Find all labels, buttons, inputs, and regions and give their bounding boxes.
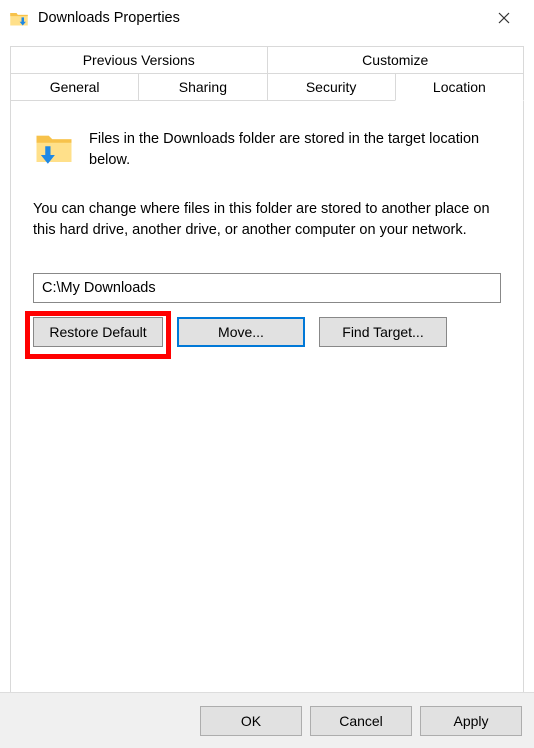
tab-location[interactable]: Location [395,73,524,101]
tab-strip: Previous Versions Customize General Shar… [0,36,534,102]
tab-customize[interactable]: Customize [267,46,525,74]
restore-default-button[interactable]: Restore Default [33,317,163,347]
cancel-button[interactable]: Cancel [310,706,412,736]
dialog-footer: OK Cancel Apply [0,692,534,748]
action-button-row: Restore Default Move... Find Target... [33,317,501,347]
tab-security[interactable]: Security [267,73,396,101]
downloads-folder-icon [8,7,30,29]
find-target-button[interactable]: Find Target... [319,317,447,347]
intro-text: Files in the Downloads folder are stored… [89,127,501,171]
close-icon [498,12,510,24]
properties-dialog: Downloads Properties Previous Versions C… [0,0,534,748]
tab-page-location: Files in the Downloads folder are stored… [10,101,524,705]
tab-previous-versions[interactable]: Previous Versions [10,46,268,74]
downloads-folder-icon [33,127,75,169]
tab-general[interactable]: General [10,73,139,101]
apply-button[interactable]: Apply [420,706,522,736]
ok-button[interactable]: OK [200,706,302,736]
window-title: Downloads Properties [38,10,481,26]
tab-sharing[interactable]: Sharing [138,73,267,101]
move-button[interactable]: Move... [177,317,305,347]
close-button[interactable] [481,2,526,34]
folder-path-input[interactable] [33,273,501,303]
description-text: You can change where files in this folde… [33,199,501,241]
titlebar: Downloads Properties [0,0,534,36]
